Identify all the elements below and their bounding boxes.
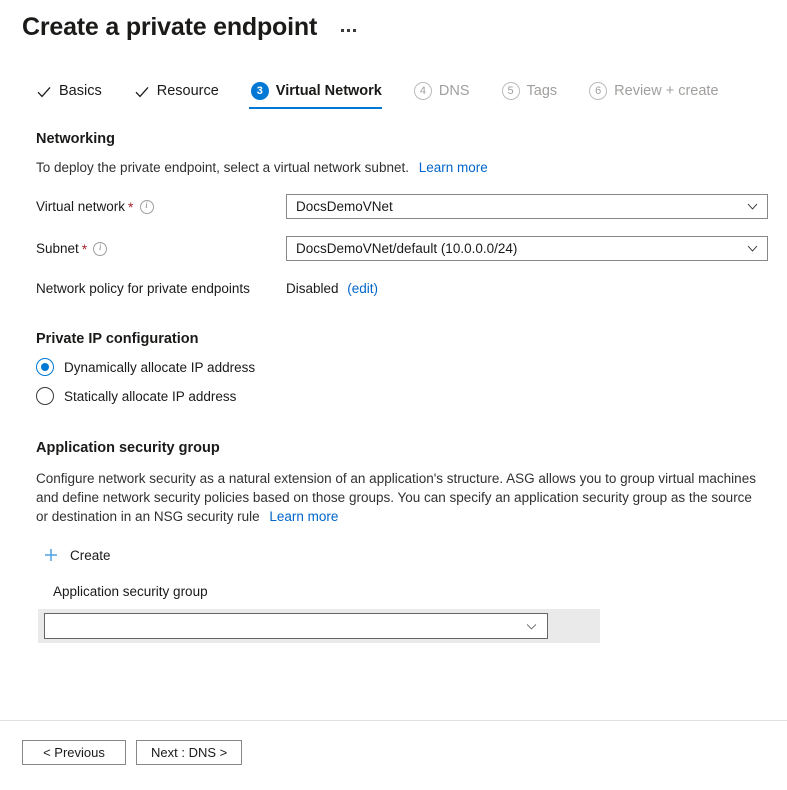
network-policy-label: Network policy for private endpoints bbox=[36, 281, 286, 296]
asg-field-band bbox=[38, 609, 600, 643]
subnet-label-text: Subnet bbox=[36, 241, 79, 256]
create-private-endpoint-page: Create a private endpoint Basics Resourc… bbox=[0, 0, 787, 790]
subnet-value: DocsDemoVNet/default (10.0.0.0/24) bbox=[296, 241, 517, 256]
asg-learn-more-link[interactable]: Learn more bbox=[269, 509, 338, 524]
radio-label: Statically allocate IP address bbox=[64, 389, 236, 404]
more-options-icon[interactable] bbox=[339, 25, 358, 36]
tab-label: Tags bbox=[527, 83, 558, 100]
plus-icon bbox=[43, 547, 59, 563]
tab-resource[interactable]: Resource bbox=[132, 79, 233, 109]
next-dns-button[interactable]: Next : DNS > bbox=[136, 740, 242, 765]
chevron-down-icon bbox=[525, 620, 538, 633]
main-content: Networking To deploy the private endpoin… bbox=[0, 131, 787, 643]
chevron-down-icon bbox=[746, 200, 759, 213]
asg-field-label: Application security group bbox=[53, 584, 787, 599]
tab-label: DNS bbox=[439, 83, 470, 100]
info-icon[interactable]: i bbox=[93, 242, 107, 256]
network-policy-row: Network policy for private endpoints Dis… bbox=[36, 281, 787, 296]
step-number-badge: 5 bbox=[502, 82, 520, 100]
info-icon[interactable]: i bbox=[140, 200, 154, 214]
tab-tags[interactable]: 5 Tags bbox=[500, 78, 572, 109]
subnet-select[interactable]: DocsDemoVNet/default (10.0.0.0/24) bbox=[286, 236, 768, 261]
tab-dns[interactable]: 4 DNS bbox=[412, 78, 484, 109]
step-number-badge: 3 bbox=[251, 82, 269, 100]
virtual-network-row: Virtual network * i DocsDemoVNet bbox=[36, 194, 787, 219]
tab-label: Virtual Network bbox=[276, 83, 382, 100]
tab-review-create[interactable]: 6 Review + create bbox=[587, 78, 732, 109]
subnet-label: Subnet * i bbox=[36, 241, 286, 257]
radio-dynamic-ip[interactable]: Dynamically allocate IP address bbox=[36, 358, 787, 376]
ellipsis-dot bbox=[341, 29, 344, 32]
tab-basics[interactable]: Basics bbox=[34, 79, 116, 109]
required-asterisk: * bbox=[128, 199, 133, 215]
tab-label: Resource bbox=[157, 83, 219, 100]
virtual-network-value: DocsDemoVNet bbox=[296, 199, 393, 214]
networking-heading: Networking bbox=[36, 131, 787, 147]
asg-heading: Application security group bbox=[36, 440, 787, 456]
title-bar: Create a private endpoint bbox=[0, 0, 787, 42]
footer-actions: < Previous Next : DNS > bbox=[22, 740, 242, 765]
footer-divider bbox=[0, 720, 787, 721]
step-number-badge: 4 bbox=[414, 82, 432, 100]
networking-description: To deploy the private endpoint, select a… bbox=[36, 159, 787, 177]
radio-static-ip[interactable]: Statically allocate IP address bbox=[36, 387, 787, 405]
private-ip-heading: Private IP configuration bbox=[36, 331, 787, 347]
virtual-network-label-text: Virtual network bbox=[36, 199, 125, 214]
network-policy-value-group: Disabled (edit) bbox=[286, 281, 378, 296]
radio-label: Dynamically allocate IP address bbox=[64, 360, 255, 375]
subnet-row: Subnet * i DocsDemoVNet/default (10.0.0.… bbox=[36, 236, 787, 261]
required-asterisk: * bbox=[82, 241, 87, 257]
radio-button-selected[interactable] bbox=[36, 358, 54, 376]
tab-label: Review + create bbox=[614, 83, 718, 100]
asg-create-label: Create bbox=[70, 548, 111, 563]
asg-description: Configure network security as a natural … bbox=[36, 469, 760, 526]
tab-virtual-network[interactable]: 3 Virtual Network bbox=[249, 78, 396, 109]
radio-button-unselected[interactable] bbox=[36, 387, 54, 405]
virtual-network-label: Virtual network * i bbox=[36, 199, 286, 215]
asg-create-button[interactable]: Create bbox=[43, 547, 787, 563]
virtual-network-select[interactable]: DocsDemoVNet bbox=[286, 194, 768, 219]
network-policy-value: Disabled bbox=[286, 281, 339, 296]
networking-learn-more-link[interactable]: Learn more bbox=[419, 160, 488, 175]
asg-select[interactable] bbox=[44, 613, 548, 639]
ellipsis-dot bbox=[353, 29, 356, 32]
tab-label: Basics bbox=[59, 83, 102, 100]
asg-description-text: Configure network security as a natural … bbox=[36, 471, 756, 524]
networking-description-text: To deploy the private endpoint, select a… bbox=[36, 160, 409, 175]
check-icon bbox=[134, 84, 150, 100]
chevron-down-icon bbox=[746, 242, 759, 255]
wizard-tabs: Basics Resource 3 Virtual Network 4 DNS … bbox=[34, 78, 787, 109]
network-policy-edit-link[interactable]: (edit) bbox=[347, 281, 378, 296]
step-number-badge: 6 bbox=[589, 82, 607, 100]
page-title: Create a private endpoint bbox=[22, 12, 317, 42]
ellipsis-dot bbox=[347, 29, 350, 32]
check-icon bbox=[36, 84, 52, 100]
previous-button[interactable]: < Previous bbox=[22, 740, 126, 765]
